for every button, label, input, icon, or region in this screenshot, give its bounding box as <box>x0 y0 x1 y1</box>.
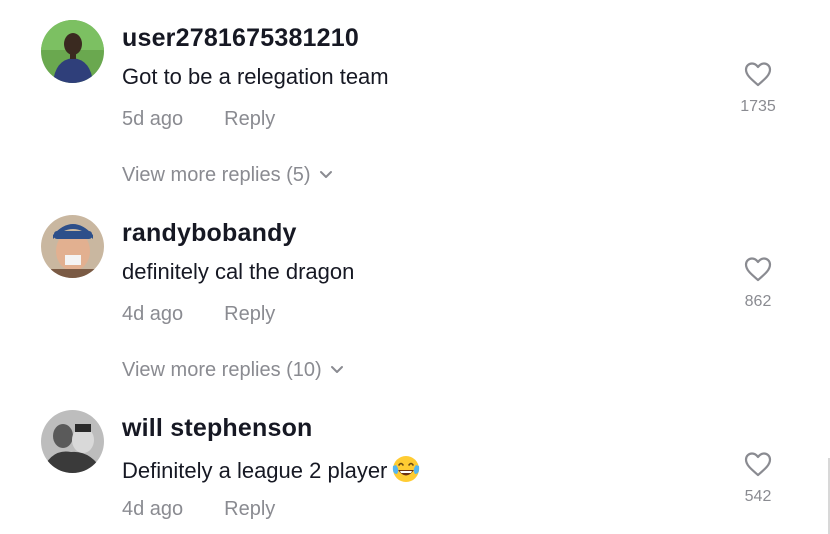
like-button[interactable]: 542 <box>736 450 780 506</box>
comment-time: 5d ago <box>122 108 184 130</box>
avatar[interactable] <box>41 20 104 83</box>
comment-meta: 4d ago Reply <box>122 498 275 521</box>
heart-outline-icon <box>744 452 772 477</box>
reply-button[interactable]: Reply <box>224 108 275 130</box>
avatar[interactable] <box>41 215 104 278</box>
chevron-down-icon <box>330 366 343 373</box>
comment-text: Got to be a relegation team <box>122 64 389 89</box>
reply-button[interactable]: Reply <box>224 303 275 325</box>
chevron-down-icon <box>319 171 332 178</box>
comment-username[interactable]: user2781675381210 <box>122 24 359 53</box>
like-count: 542 <box>744 488 772 505</box>
view-more-replies-button[interactable]: View more replies (5) <box>122 164 333 187</box>
comment-time: 4d ago <box>122 498 184 520</box>
heart-outline-icon <box>744 62 772 87</box>
comment-meta: 5d ago Reply <box>122 108 275 131</box>
view-more-replies-label: View more replies (5) <box>122 164 311 186</box>
comment-text: definitely cal the dragon <box>122 259 355 284</box>
comment-text-content: Definitely a league 2 player <box>122 458 388 483</box>
like-button[interactable]: 862 <box>736 255 780 311</box>
view-more-replies-button[interactable]: View more replies (10) <box>122 359 344 382</box>
comment-list: user2781675381210 Got to be a relegation… <box>0 0 830 534</box>
comment-username[interactable]: will stephenson <box>122 414 313 443</box>
like-count: 862 <box>744 293 772 310</box>
like-count: 1735 <box>740 98 776 115</box>
comment-meta: 4d ago Reply <box>122 303 275 326</box>
reply-button[interactable]: Reply <box>224 498 275 520</box>
comment-text: Definitely a league 2 player <box>122 454 421 484</box>
avatar[interactable] <box>41 410 104 473</box>
tears-of-joy-emoji-icon <box>393 456 420 482</box>
comment-time: 4d ago <box>122 303 184 325</box>
heart-outline-icon <box>744 257 772 282</box>
comment-username[interactable]: randybobandy <box>122 219 297 248</box>
like-button[interactable]: 1735 <box>736 60 780 116</box>
view-more-replies-label: View more replies (10) <box>122 359 322 381</box>
